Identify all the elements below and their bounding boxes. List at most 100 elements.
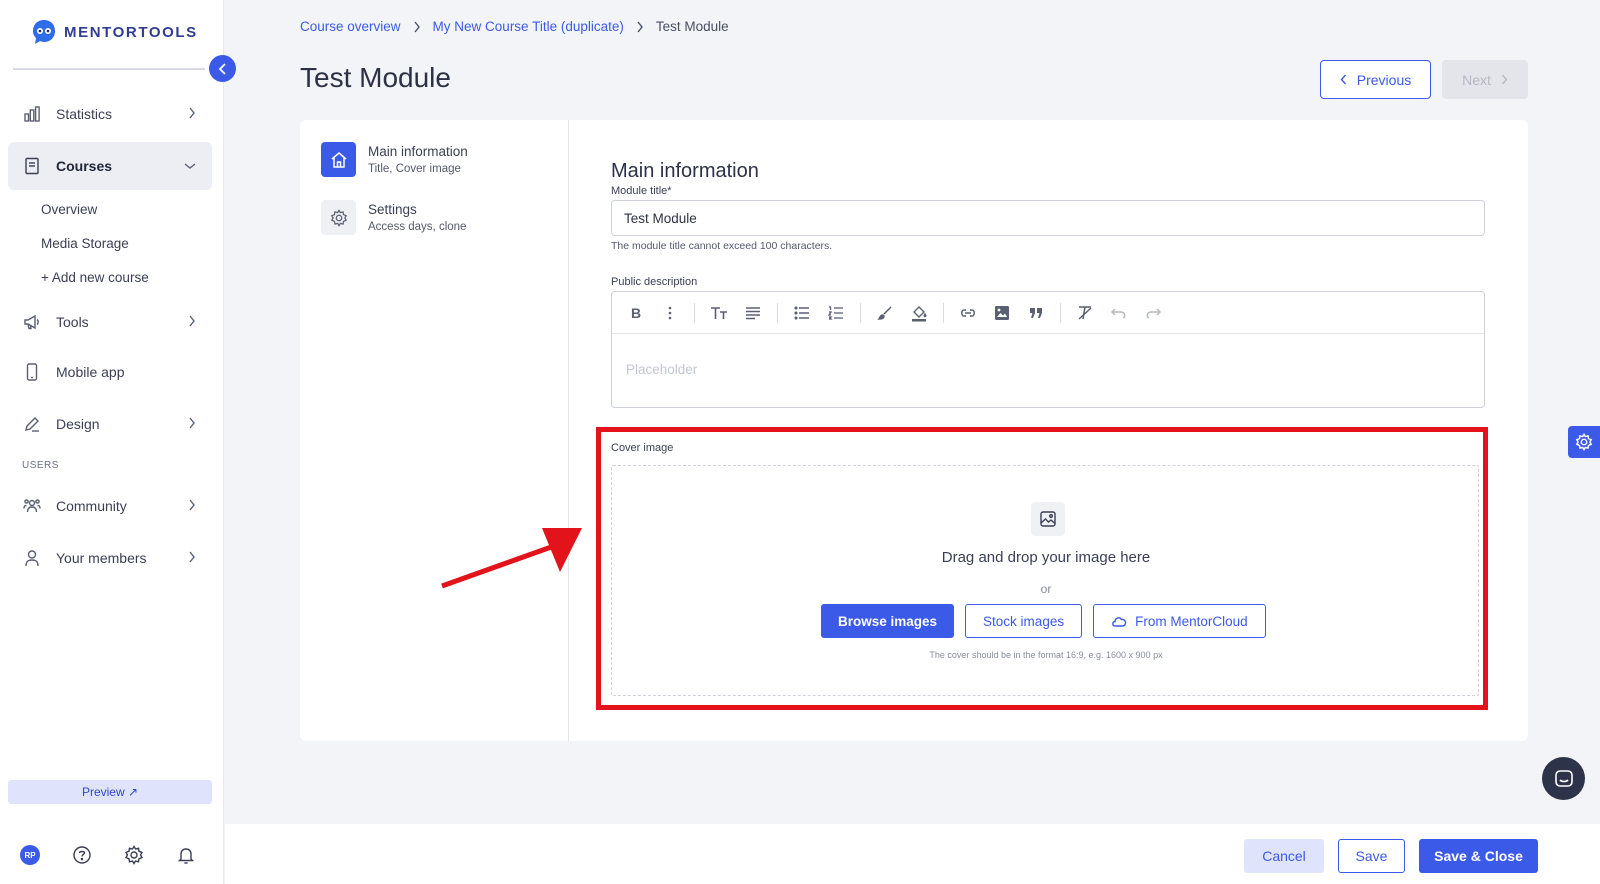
logo-text: MENTORTOOLS	[64, 23, 198, 41]
chevron-right-icon	[188, 551, 196, 563]
bar-chart-icon	[22, 104, 42, 124]
gear-icon[interactable]	[124, 845, 144, 865]
sidebar-item-label: Your members	[56, 550, 147, 566]
step-subtitle: Access days, clone	[368, 221, 467, 233]
cancel-button[interactable]: Cancel	[1244, 839, 1324, 873]
chevron-right-icon	[188, 315, 196, 327]
bold-icon[interactable]: B	[624, 301, 648, 325]
help-icon[interactable]	[72, 845, 92, 865]
brush-icon[interactable]	[873, 301, 897, 325]
quote-icon[interactable]	[1024, 301, 1048, 325]
previous-label: Previous	[1356, 71, 1412, 88]
sidebar-item-label: Design	[56, 416, 100, 432]
mentortools-logo-icon	[33, 20, 55, 44]
gear-icon	[1575, 433, 1593, 451]
sidebar-item-label: Mobile app	[56, 364, 125, 380]
sidebar-item-community[interactable]: Community	[8, 482, 212, 530]
module-title-input[interactable]: Test Module	[611, 200, 1485, 236]
sidebar: MENTORTOOLS Statistics Courses Overview …	[0, 0, 224, 884]
module-title-hint: The module title cannot exceed 100 chara…	[611, 240, 833, 252]
gear-icon	[321, 200, 356, 235]
steps-panel: Main information Title, Cover image Sett…	[300, 120, 569, 741]
breadcrumb: Course overview My New Course Title (dup…	[300, 19, 729, 34]
chevron-right-icon	[636, 21, 644, 33]
sidebar-item-label: Statistics	[56, 106, 113, 122]
step-main-information[interactable]: Main information Title, Cover image	[321, 142, 468, 177]
preview-button[interactable]: Preview ↗	[8, 780, 212, 804]
chevron-right-icon	[188, 499, 196, 511]
breadcrumb-current: Test Module	[655, 19, 729, 34]
description-placeholder: Placeholder	[626, 362, 698, 377]
step-title: Main information	[368, 144, 468, 159]
bullet-list-icon[interactable]	[790, 301, 814, 325]
chevron-right-icon	[413, 21, 421, 33]
redo-icon[interactable]	[1141, 301, 1165, 325]
breadcrumb-link[interactable]: My New Course Title (duplicate)	[433, 19, 624, 34]
numbered-list-icon[interactable]	[824, 301, 848, 325]
sidebar-item-label: Courses	[56, 158, 113, 174]
sidebar-divider	[13, 68, 205, 70]
editor-toolbar: B	[612, 292, 1484, 334]
font-size-icon[interactable]	[707, 301, 731, 325]
form-heading: Main information	[611, 160, 759, 182]
footer-actions: Cancel Save Save & Close	[1244, 839, 1538, 873]
avatar[interactable]: RP	[20, 845, 40, 865]
chevron-right-icon	[1501, 74, 1508, 85]
smartphone-icon	[22, 362, 42, 382]
book-icon	[22, 156, 42, 176]
logo[interactable]: MENTORTOOLS	[30, 18, 198, 46]
settings-fab-button[interactable]	[1568, 426, 1600, 458]
chevron-left-icon	[1340, 74, 1346, 85]
sidebar-subitem-media-storage[interactable]: Media Storage	[8, 226, 212, 260]
undo-icon[interactable]	[1107, 301, 1131, 325]
align-icon[interactable]	[741, 301, 765, 325]
next-label: Next	[1462, 71, 1491, 88]
users-icon	[22, 496, 42, 516]
sidebar-item-courses[interactable]: Courses	[8, 142, 212, 190]
description-editor[interactable]: B Placeholder	[611, 291, 1485, 408]
step-settings[interactable]: Settings Access days, clone	[321, 200, 466, 235]
more-vertical-icon[interactable]	[658, 301, 682, 325]
sidebar-item-design[interactable]: Design	[8, 400, 212, 448]
link-icon[interactable]	[956, 301, 980, 325]
page-title: Test Module	[300, 62, 451, 93]
bell-icon[interactable]	[176, 845, 196, 865]
sidebar-item-mobile-app[interactable]: Mobile app	[8, 348, 212, 396]
breadcrumb-link[interactable]: Course overview	[300, 19, 401, 34]
clear-format-icon[interactable]	[1073, 301, 1097, 325]
sidebar-item-your-members[interactable]: Your members	[8, 534, 212, 582]
toolbar-divider	[694, 302, 695, 323]
next-button[interactable]: Next	[1442, 60, 1528, 99]
home-icon	[321, 142, 356, 177]
save-button[interactable]: Save	[1338, 839, 1405, 873]
highlight-annotation-box	[596, 427, 1488, 710]
pencil-icon	[22, 414, 42, 434]
save-and-close-button[interactable]: Save & Close	[1419, 839, 1538, 873]
fill-color-icon[interactable]	[907, 301, 931, 325]
main-information-form: Main information Module title* Test Modu…	[611, 160, 1485, 408]
chevron-right-icon	[188, 417, 196, 429]
collapse-sidebar-button[interactable]	[209, 55, 236, 82]
sidebar-item-statistics[interactable]: Statistics	[8, 90, 212, 138]
previous-button[interactable]: Previous	[1320, 60, 1431, 99]
chevron-right-icon	[188, 107, 196, 119]
sidebar-item-label: Tools	[56, 314, 89, 330]
section-label-users: USERS	[22, 459, 59, 471]
chevron-left-icon	[218, 62, 226, 75]
image-icon[interactable]	[990, 301, 1014, 325]
sidebar-subitem-overview[interactable]: Overview	[8, 192, 212, 226]
step-title: Settings	[368, 202, 417, 217]
red-arrow-annotation	[441, 528, 582, 589]
step-subtitle: Title, Cover image	[368, 163, 461, 175]
sidebar-subitem-add-course[interactable]: + Add new course	[8, 260, 212, 294]
module-title-label: Module title*	[611, 185, 672, 197]
toolbar-divider	[777, 302, 778, 323]
user-icon	[22, 548, 42, 568]
chat-launcher-button[interactable]	[1542, 757, 1585, 800]
sidebar-item-tools[interactable]: Tools	[8, 298, 212, 346]
megaphone-icon	[22, 312, 42, 332]
sidebar-bottom-icons: RP	[20, 845, 196, 865]
chevron-down-icon	[184, 162, 196, 170]
toolbar-divider	[1060, 302, 1061, 323]
chat-icon	[1554, 769, 1573, 787]
